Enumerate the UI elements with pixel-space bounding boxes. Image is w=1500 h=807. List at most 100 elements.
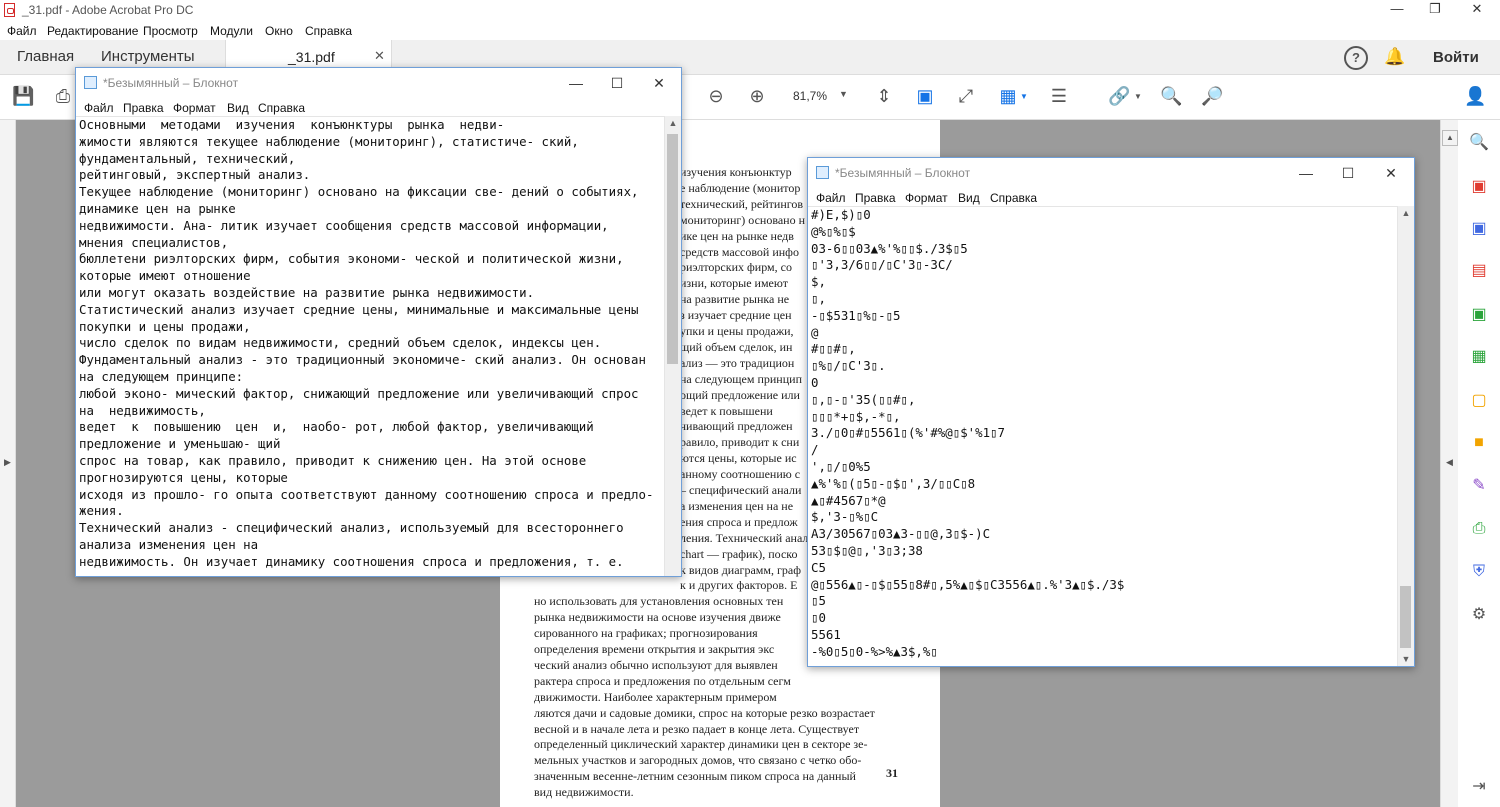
notepad-icon (816, 166, 829, 179)
more-tools-icon[interactable]: ⚙ (1468, 604, 1490, 626)
menu-help[interactable]: Справка (305, 24, 352, 38)
scroll-mode-icon[interactable]: ⇕ (873, 85, 895, 107)
search-icon[interactable]: 🔍 (1160, 85, 1182, 107)
text-line: 03-6▯▯03▲%'%▯▯$./3$▯5 (811, 240, 968, 256)
scrollbar-thumb[interactable] (1400, 586, 1411, 648)
edit-pdf-icon[interactable]: ▣ (1468, 304, 1490, 326)
notepad-window-1[interactable]: *Безымянный – Блокнот — ☐ ✕ Файл Правка … (75, 67, 682, 577)
notepad2-menu-file[interactable]: Файл (816, 191, 846, 205)
sticky-note-icon[interactable]: ■ (1468, 432, 1490, 454)
pdf-text-line: рынка недвижимости на основе изучения дв… (534, 610, 781, 625)
notepad1-menu-help[interactable]: Справка (258, 101, 305, 115)
pdf-text-line: весной и в начале лета и резко падает в … (534, 721, 860, 736)
protect-icon[interactable]: ⛨ (1468, 561, 1490, 583)
combine-files-icon[interactable]: ▦ (1468, 346, 1490, 368)
zoom-in-icon[interactable]: ⊕ (746, 85, 768, 107)
notifications-bell-icon[interactable]: 🔔 (1384, 47, 1405, 67)
close-tab-icon[interactable]: ✕ (374, 48, 385, 64)
create-pdf-icon[interactable]: ▣ (1468, 218, 1490, 240)
search-tool-icon[interactable]: 🔍 (1468, 132, 1490, 154)
zoom-dropdown-icon[interactable]: ▼ (839, 89, 848, 99)
scroll-up-icon[interactable]: ▲ (1442, 130, 1458, 146)
notepad2-minimize-button[interactable]: — (1292, 163, 1320, 183)
menu-plugins[interactable]: Модули (210, 24, 253, 38)
notepad2-menu-format[interactable]: Формат (905, 191, 948, 205)
text-line: ведет к повышению цен и, наобо- рот, люб… (79, 419, 594, 435)
scrollbar-thumb[interactable] (667, 134, 678, 364)
menu-edit[interactable]: Редактирование (47, 24, 138, 38)
notepad2-maximize-button[interactable]: ☐ (1334, 163, 1362, 183)
restore-button[interactable]: ❐ (1412, 0, 1458, 20)
organize-pages-icon[interactable]: ▤ (1468, 260, 1490, 282)
text-line: ▲%'%▯(▯5▯-▯$▯',3/▯▯C▯8 (811, 475, 976, 491)
right-pane-strip[interactable]: ◀ ▲ (1440, 120, 1459, 807)
scroll-up-arrow-icon[interactable]: ▲ (1398, 208, 1414, 218)
search-advanced-icon[interactable]: 🔎 (1201, 85, 1223, 107)
close-button[interactable]: ✕ (1454, 0, 1500, 20)
menu-window[interactable]: Окно (265, 24, 293, 38)
notepad2-text-area[interactable]: #)E,$)▯0 @%▯%▯$ 03-6▯▯03▲%'%▯▯$./3$▯5 ▯'3,3… (808, 206, 1398, 666)
text-line: @%▯%▯$ (811, 223, 856, 239)
notepad1-close-button[interactable]: ✕ (645, 73, 673, 93)
fit-page-icon[interactable]: ▣ (914, 85, 936, 107)
pdf-text-line: ются цены, которые ис (680, 451, 797, 466)
notepad2-title-bar[interactable]: *Безымянный – Блокнот — ☐ ✕ (808, 158, 1414, 188)
print-icon[interactable]: ⎙ (52, 85, 74, 107)
link-dropdown-icon[interactable]: ▼ (1134, 92, 1142, 101)
read-mode-icon[interactable]: ☰ (1048, 85, 1070, 107)
comment-icon[interactable]: ▢ (1468, 390, 1490, 412)
notepad2-menu-edit[interactable]: Правка (855, 191, 896, 205)
pdf-text-line: анному соотношению с (680, 467, 801, 482)
text-line: Статистический анализ изучает средние це… (79, 301, 639, 317)
notepad1-menu-edit[interactable]: Правка (123, 101, 164, 115)
notepad1-menu-view[interactable]: Вид (227, 101, 249, 115)
notepad2-scrollbar[interactable]: ▲ ▼ (1397, 206, 1414, 666)
menu-view[interactable]: Просмотр (143, 24, 198, 38)
notepad2-menu-help[interactable]: Справка (990, 191, 1037, 205)
pdf-text-line: определения времени открытия и закрытия … (534, 642, 775, 656)
collapse-pane-icon[interactable]: ⇥ (1468, 776, 1490, 798)
pdf-text-line: мониторинг) основано н (680, 212, 806, 227)
fill-sign-icon[interactable]: ✎ (1468, 475, 1490, 497)
full-screen-icon[interactable]: ⤢ (955, 85, 977, 107)
zoom-level[interactable]: 81,7% (793, 89, 827, 103)
save-icon[interactable]: 💾 (12, 85, 34, 107)
text-line: недвижимости. Ана- литик изучает сообщен… (79, 217, 609, 233)
notepad1-scrollbar[interactable]: ▲ (664, 116, 681, 576)
notepad2-menu-view[interactable]: Вид (958, 191, 980, 205)
link-tool-icon[interactable]: 🔗 (1108, 85, 1130, 107)
text-line: 0 (811, 374, 819, 390)
print-production-icon[interactable]: ⎙ (1468, 518, 1490, 540)
help-icon[interactable]: ? (1344, 46, 1368, 70)
collapse-right-icon[interactable]: ◀ (1446, 457, 1453, 468)
pdf-text-line: сированного на графиках; прогнозирования (534, 626, 758, 641)
tab-home[interactable]: Главная (17, 40, 74, 74)
add-user-icon[interactable]: 👤 (1464, 85, 1486, 107)
notepad1-minimize-button[interactable]: — (562, 73, 590, 93)
notepad1-menu-file[interactable]: Файл (84, 101, 114, 115)
pdf-text-line: ления. Технический анал (680, 530, 809, 545)
left-panel-toggle[interactable]: ▶ (0, 120, 16, 807)
page-display-dropdown-icon[interactable]: ▼ (1020, 92, 1028, 101)
pdf-text-line: упки и цены продажи, (680, 324, 794, 338)
notepad1-title-bar[interactable]: *Безымянный – Блокнот — ☐ ✕ (76, 68, 681, 98)
notepad1-menu-format[interactable]: Формат (173, 101, 216, 115)
menu-file[interactable]: Файл (7, 24, 37, 38)
export-pdf-icon[interactable]: ▣ (1468, 176, 1490, 198)
signin-button[interactable]: Войти (1433, 49, 1479, 66)
notepad1-text-area[interactable]: Основными методами изучения конъюнктуры … (76, 116, 665, 576)
right-tools-pane: 🔍 ▣ ▣ ▤ ▣ ▦ ▢ ■ ✎ ⎙ ⛨ ⚙ ⇥ (1458, 120, 1500, 807)
notepad-window-2[interactable]: *Безымянный – Блокнот — ☐ ✕ Файл Правка … (807, 157, 1415, 667)
zoom-out-icon[interactable]: ⊖ (705, 85, 727, 107)
notepad2-close-button[interactable]: ✕ (1377, 163, 1405, 183)
notepad1-maximize-button[interactable]: ☐ (603, 73, 631, 93)
page-display-icon[interactable]: ▦ (997, 85, 1019, 107)
pdf-text-line: з изучает средние цен (680, 308, 792, 323)
scroll-down-arrow-icon[interactable]: ▼ (1398, 654, 1414, 664)
pdf-file-icon (4, 3, 15, 17)
text-line: рейтинговый, экспертный анализ. (79, 167, 311, 183)
text-line: @ (811, 324, 819, 340)
text-line: $,'3-▯%▯C (811, 509, 879, 525)
scroll-up-arrow-icon[interactable]: ▲ (665, 118, 681, 128)
text-line: ',▯/▯0%5 (811, 458, 871, 474)
